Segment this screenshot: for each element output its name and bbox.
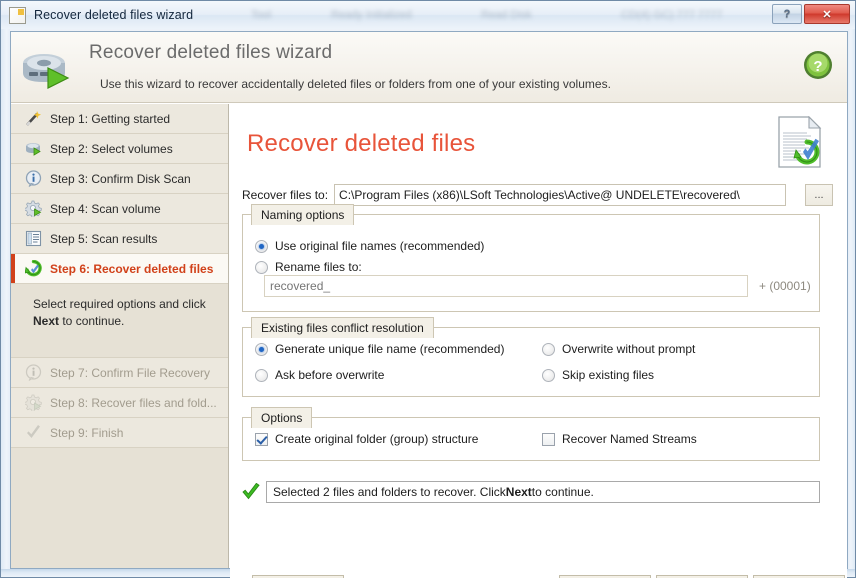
browse-button[interactable]: ... xyxy=(805,184,833,206)
list-report-icon xyxy=(25,230,42,247)
rename-counter-suffix: + (00001) xyxy=(759,279,811,293)
sidebar-item-label: Step 7: Confirm File Recovery xyxy=(50,365,211,380)
options-legend: Options xyxy=(251,407,313,428)
main-panel: Recover deleted files Recover files to: … xyxy=(229,104,847,568)
sidebar-item-label: Step 5: Scan results xyxy=(50,231,158,246)
status-row: Selected 2 files and folders to recover.… xyxy=(242,480,820,504)
hint-text-bold: Next xyxy=(33,314,60,328)
radio-use-original-names[interactable]: Use original file names (recommended) xyxy=(255,239,484,253)
checkbox-label: Recover Named Streams xyxy=(562,432,697,446)
gear-play-icon xyxy=(25,200,42,217)
hint-text-1: Select required options and click xyxy=(33,297,206,311)
sidebar-item-step-5[interactable]: Step 5: Scan results xyxy=(11,224,228,254)
radio-indicator xyxy=(255,239,268,253)
naming-options-group: Naming options Use original file names (… xyxy=(242,204,820,312)
disk-volumes-icon xyxy=(25,140,42,157)
sidebar-item-label: Step 6: Recover deleted files xyxy=(50,261,214,276)
sidebar-item-step-9: Step 9: Finish xyxy=(11,418,228,448)
radio-indicator xyxy=(542,368,555,382)
checkbox-create-folder-structure[interactable]: Create original folder (group) structure xyxy=(255,432,478,446)
radio-overwrite-without-prompt[interactable]: Overwrite without prompt xyxy=(542,342,695,356)
hint-text-2: to continue. xyxy=(59,314,125,328)
page-title: Recover deleted files xyxy=(247,130,476,157)
window-controls: ? ✕ xyxy=(772,4,850,24)
info-icon xyxy=(25,170,42,187)
checkbox-recover-named-streams[interactable]: Recover Named Streams xyxy=(542,432,697,446)
green-check-icon xyxy=(242,483,260,500)
radio-indicator xyxy=(255,342,268,356)
wizard-steps-sidebar: Step 1: Getting started Step 2: Select v… xyxy=(11,104,229,568)
status-message: Selected 2 files and folders to recover.… xyxy=(266,481,820,503)
svg-text:?: ? xyxy=(813,58,822,75)
status-text-before: Selected 2 files and folders to recover.… xyxy=(273,485,506,499)
ghost-text-1: Ready Initialized xyxy=(331,9,412,21)
conflict-resolution-legend: Existing files conflict resolution xyxy=(251,317,434,338)
status-text-after: to continue. xyxy=(531,485,594,499)
window-left-edge xyxy=(1,29,10,577)
radio-ask-before-overwrite[interactable]: Ask before overwrite xyxy=(255,368,384,382)
help-question-icon[interactable]: ? xyxy=(803,50,833,80)
radio-label: Rename files to: xyxy=(275,260,362,274)
help-titlebar-button[interactable]: ? xyxy=(772,4,802,24)
recover-path-row: Recover files to: ... xyxy=(242,184,833,206)
checkmark-icon xyxy=(25,424,42,441)
ghost-text-3: CD(4) GC) 777 7777 xyxy=(621,9,723,21)
recover-files-icon xyxy=(25,260,42,277)
sidebar-item-label: Step 8: Recover files and fold... xyxy=(50,395,217,410)
sidebar-hint: Select required options and click Next t… xyxy=(11,284,228,358)
recover-path-label: Recover files to: xyxy=(242,188,329,202)
magic-wand-icon xyxy=(25,110,42,127)
naming-options-legend: Naming options xyxy=(251,204,355,225)
ghost-text-0: Tool xyxy=(251,9,272,21)
app-window-icon xyxy=(9,6,26,24)
sidebar-item-label: Step 3: Confirm Disk Scan xyxy=(50,171,191,186)
rename-prefix-input[interactable] xyxy=(264,275,748,297)
window-right-edge xyxy=(848,29,855,577)
wizard-banner: Recover deleted files wizard Use this wi… xyxy=(11,32,847,103)
recover-path-input[interactable] xyxy=(334,184,787,206)
conflict-resolution-group: Existing files conflict resolution Gener… xyxy=(242,317,820,397)
banner-title: Recover deleted files wizard xyxy=(89,42,333,63)
sidebar-item-step-4[interactable]: Step 4: Scan volume xyxy=(11,194,228,224)
sidebar-item-step-3[interactable]: Step 3: Confirm Disk Scan xyxy=(11,164,228,194)
sidebar-item-step-7: Step 7: Confirm File Recovery xyxy=(11,358,228,388)
wizard-button-bar: Reset Back Next Cancel xyxy=(230,568,847,578)
document-recover-icon xyxy=(778,116,822,168)
radio-generate-unique-name[interactable]: Generate unique file name (recommended) xyxy=(255,342,504,356)
ghost-text-2: Read Disk xyxy=(481,9,532,21)
sidebar-item-label: Step 9: Finish xyxy=(50,425,124,440)
radio-rename-files[interactable]: Rename files to: xyxy=(255,260,362,274)
sidebar-item-step-2[interactable]: Step 2: Select volumes xyxy=(11,134,228,164)
radio-label: Ask before overwrite xyxy=(275,368,385,382)
checkbox-label: Create original folder (group) structure xyxy=(275,432,479,446)
radio-indicator xyxy=(255,368,268,382)
wizard-body: Step 1: Getting started Step 2: Select v… xyxy=(11,104,847,568)
sidebar-item-label: Step 2: Select volumes xyxy=(50,141,173,156)
info-icon xyxy=(25,364,42,381)
title-bar: Tool Ready Initialized Read Disk CD(4) G… xyxy=(1,1,855,29)
radio-label: Overwrite without prompt xyxy=(562,342,696,356)
options-group: Options Create original folder (group) s… xyxy=(242,407,820,461)
checkbox-indicator xyxy=(542,432,555,446)
close-button[interactable]: ✕ xyxy=(804,4,850,24)
banner-subtitle: Use this wizard to recover accidentally … xyxy=(100,77,611,91)
radio-skip-existing-files[interactable]: Skip existing files xyxy=(542,368,654,382)
client-area: Recover deleted files wizard Use this wi… xyxy=(10,31,848,578)
radio-indicator xyxy=(542,342,555,356)
sidebar-item-step-1[interactable]: Step 1: Getting started xyxy=(11,104,228,134)
gear-recover-icon xyxy=(25,394,42,411)
radio-label: Generate unique file name (recommended) xyxy=(275,342,505,356)
sidebar-item-step-6[interactable]: Step 6: Recover deleted files xyxy=(11,254,228,284)
sidebar-item-label: Step 4: Scan volume xyxy=(50,201,161,216)
radio-label: Use original file names (recommended) xyxy=(275,239,485,253)
radio-indicator xyxy=(255,260,268,274)
sidebar-item-label: Step 1: Getting started xyxy=(50,111,171,126)
disk-drive-play-icon xyxy=(23,54,70,89)
status-text-bold: Next xyxy=(505,485,532,499)
sidebar-item-step-8: Step 8: Recover files and fold... xyxy=(11,388,228,418)
window-title: Recover deleted files wizard xyxy=(34,8,194,22)
wizard-window: Tool Ready Initialized Read Disk CD(4) G… xyxy=(0,0,856,578)
checkbox-indicator xyxy=(255,432,268,446)
radio-label: Skip existing files xyxy=(562,368,655,382)
